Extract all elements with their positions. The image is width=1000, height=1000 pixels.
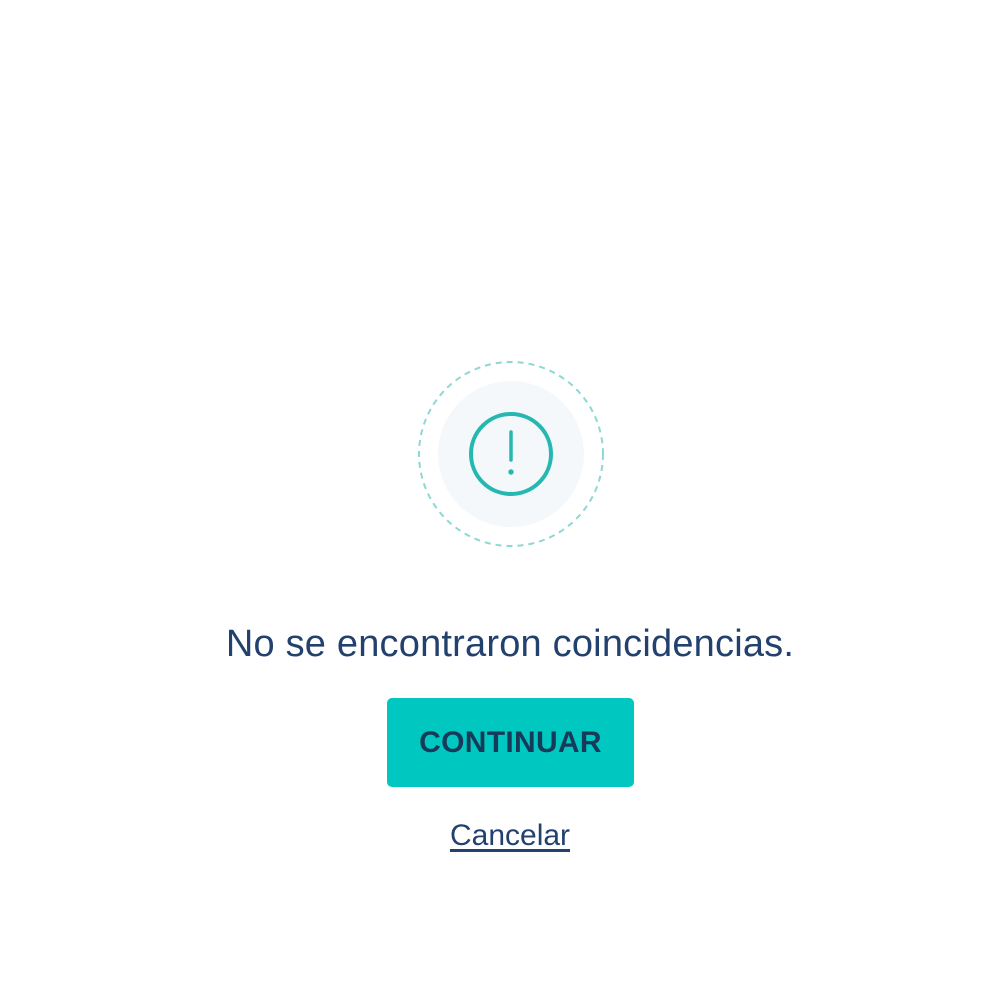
continue-button[interactable]: CONTINUAR: [387, 698, 634, 787]
cancel-link[interactable]: Cancelar: [0, 816, 1000, 856]
alert-circle-icon: [418, 361, 604, 547]
alert-icon-container: [416, 359, 606, 549]
no-matches-screen: No se encontraron coincidencias. CONTINU…: [0, 0, 1000, 1000]
no-matches-message: No se encontraron coincidencias.: [225, 623, 795, 665]
